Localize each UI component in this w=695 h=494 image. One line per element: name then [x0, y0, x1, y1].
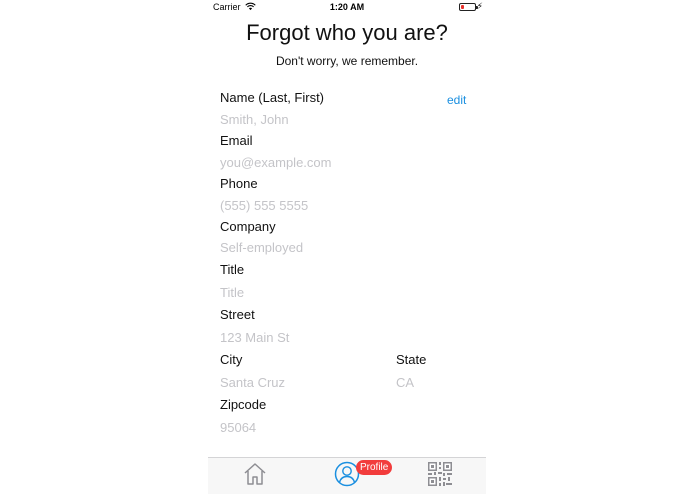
- state-field[interactable]: CA: [396, 375, 414, 390]
- email-field[interactable]: you@example.com: [220, 155, 331, 170]
- company-label: Company: [220, 219, 276, 234]
- name-label: Name (Last, First): [220, 90, 325, 105]
- title-field[interactable]: Title: [220, 285, 244, 300]
- company-field[interactable]: Self-employed: [220, 240, 303, 255]
- street-field[interactable]: 123 Main St: [220, 330, 289, 345]
- phone-label: Phone: [220, 176, 258, 191]
- status-bar: Carrier 1:20 AM ⚡: [208, 0, 486, 14]
- zipcode-label: Zipcode: [220, 397, 267, 412]
- qr-code-icon[interactable]: [427, 461, 453, 487]
- profile-badge: Profile: [356, 460, 393, 475]
- phone-field[interactable]: (555) 555 5555: [220, 198, 308, 213]
- battery-icon: [459, 3, 478, 11]
- edit-button[interactable]: edit: [447, 93, 466, 107]
- zipcode-field[interactable]: 95064: [220, 420, 256, 435]
- name-field[interactable]: Smith, John: [220, 112, 289, 127]
- city-label: City: [220, 352, 243, 367]
- title-label: Title: [220, 262, 245, 277]
- clock: 1:20 AM: [329, 2, 365, 12]
- email-label: Email: [220, 133, 253, 148]
- charging-icon: ⚡: [476, 1, 483, 11]
- street-label: Street: [220, 307, 255, 322]
- tab-bar: Profile: [208, 457, 486, 494]
- home-icon[interactable]: [242, 461, 268, 487]
- city-field[interactable]: Santa Cruz: [220, 375, 285, 390]
- page-title: Forgot who you are?: [246, 20, 448, 45]
- phone-screen: Carrier 1:20 AM ⚡ Forgot who you are? Do…: [208, 0, 486, 494]
- page-subtitle: Don't worry, we remember.: [275, 54, 419, 68]
- state-label: State: [396, 352, 427, 367]
